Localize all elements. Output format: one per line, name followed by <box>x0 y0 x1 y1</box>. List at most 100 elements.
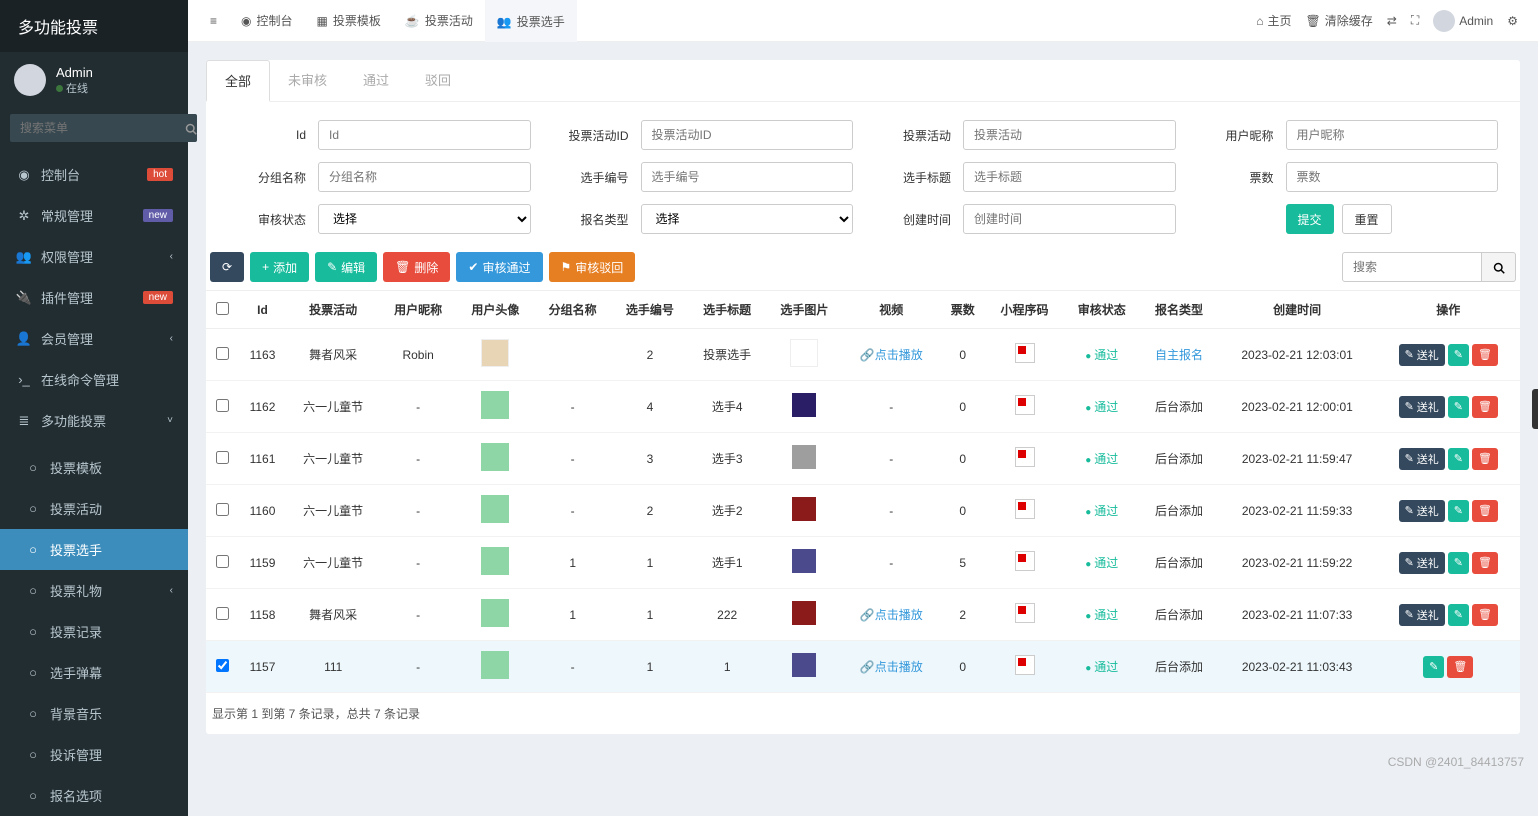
input-nickname[interactable] <box>1286 120 1499 150</box>
sidebar-sub-投票模板[interactable]: ○投票模板 <box>0 447 188 488</box>
gift-button[interactable]: ✎送礼 <box>1399 604 1445 626</box>
select-all-checkbox[interactable] <box>216 302 229 315</box>
gift-button[interactable]: ✎送礼 <box>1399 448 1445 470</box>
row-delete-button[interactable]: 🗑 <box>1472 396 1498 418</box>
side-handle[interactable] <box>1532 389 1538 429</box>
chevron-icon: ‹ <box>170 585 173 596</box>
tab-驳回[interactable]: 驳回 <box>407 60 469 101</box>
topnav-投票活动[interactable]: ☕投票活动 <box>393 0 485 42</box>
tab-通过[interactable]: 通过 <box>345 60 407 101</box>
row-checkbox[interactable] <box>216 659 229 672</box>
search-icon <box>1493 262 1505 274</box>
qrcode-icon[interactable] <box>1015 447 1035 467</box>
topnav-投票模板[interactable]: ▦投票模板 <box>305 0 393 42</box>
sidebar-sub-投票记录[interactable]: ○投票记录 <box>0 611 188 652</box>
input-title[interactable] <box>963 162 1176 192</box>
label-createtime: 创建时间 <box>873 211 963 228</box>
edit-button[interactable]: ✎编辑 <box>315 252 377 282</box>
cell-votes: 0 <box>940 329 986 381</box>
delete-button[interactable]: 🗑删除 <box>383 252 450 282</box>
row-edit-button[interactable]: ✎ <box>1448 448 1469 470</box>
video-link[interactable]: 🔗点击播放 <box>860 608 923 622</box>
row-edit-button[interactable]: ✎ <box>1448 552 1469 574</box>
submit-button[interactable]: 提交 <box>1286 204 1334 234</box>
sidebar-item-权限管理[interactable]: 👥权限管理‹ <box>0 236 188 277</box>
qrcode-icon[interactable] <box>1015 603 1035 623</box>
sidebar-sub-背景音乐[interactable]: ○背景音乐 <box>0 693 188 734</box>
approve-button[interactable]: ✔审核通过 <box>456 252 542 282</box>
input-activity[interactable] <box>963 120 1176 150</box>
row-checkbox[interactable] <box>216 607 229 620</box>
sidebar-sub-投诉管理[interactable]: ○投诉管理 <box>0 734 188 775</box>
input-createtime[interactable] <box>963 204 1176 234</box>
reject-button[interactable]: ⚑审核驳回 <box>549 252 636 282</box>
qrcode-icon[interactable] <box>1015 343 1035 363</box>
sidebar-sub-选手弹幕[interactable]: ○选手弹幕 <box>0 652 188 693</box>
row-delete-button[interactable]: 🗑 <box>1472 344 1498 366</box>
video-link[interactable]: 🔗点击播放 <box>860 348 923 362</box>
sidebar-sub-投票活动[interactable]: ○投票活动 <box>0 488 188 529</box>
qrcode-icon[interactable] <box>1015 499 1035 519</box>
sidebar-item-多功能投票[interactable]: ≣多功能投票˅ <box>0 400 188 441</box>
row-delete-button[interactable]: 🗑 <box>1472 604 1498 626</box>
row-edit-button[interactable]: ✎ <box>1448 604 1469 626</box>
sidebar-sub-投票选手[interactable]: ○投票选手 <box>0 529 188 570</box>
sidebar-item-控制台[interactable]: ◉控制台hot <box>0 154 188 195</box>
select-signup[interactable]: 选择 <box>641 204 854 234</box>
input-votes[interactable] <box>1286 162 1499 192</box>
sidebar-item-常规管理[interactable]: ✲常规管理new <box>0 195 188 236</box>
row-delete-button[interactable]: 🗑 <box>1472 552 1498 574</box>
qrcode-icon[interactable] <box>1015 551 1035 571</box>
row-checkbox[interactable] <box>216 399 229 412</box>
row-delete-button[interactable]: 🗑 <box>1472 448 1498 470</box>
add-button[interactable]: +添加 <box>250 252 309 282</box>
home-link[interactable]: ⌂主页 <box>1256 12 1291 29</box>
topbar-user[interactable]: Admin <box>1433 10 1493 32</box>
row-checkbox[interactable] <box>216 503 229 516</box>
reset-button[interactable]: 重置 <box>1342 204 1392 234</box>
qrcode-icon[interactable] <box>1015 655 1035 675</box>
table-search-input[interactable] <box>1342 252 1482 282</box>
row-edit-button[interactable]: ✎ <box>1423 656 1444 678</box>
menu-toggle[interactable]: ≡ <box>198 0 229 42</box>
row-delete-button[interactable]: 🗑 <box>1447 656 1473 678</box>
tab-未审核[interactable]: 未审核 <box>270 60 345 101</box>
row-delete-button[interactable]: 🗑 <box>1472 500 1498 522</box>
settings-toggle[interactable]: ⚙ <box>1507 14 1518 28</box>
input-activity-id[interactable] <box>641 120 854 150</box>
row-edit-button[interactable]: ✎ <box>1448 344 1469 366</box>
gift-button[interactable]: ✎送礼 <box>1399 552 1445 574</box>
clear-cache-link[interactable]: 🗑清除缓存 <box>1306 12 1373 29</box>
gift-button[interactable]: ✎送礼 <box>1399 500 1445 522</box>
row-edit-button[interactable]: ✎ <box>1448 396 1469 418</box>
sidebar-sub-投票礼物[interactable]: ○投票礼物‹ <box>0 570 188 611</box>
row-edit-button[interactable]: ✎ <box>1448 500 1469 522</box>
tab-全部[interactable]: 全部 <box>206 60 270 102</box>
input-number[interactable] <box>641 162 854 192</box>
gift-button[interactable]: ✎送礼 <box>1399 344 1445 366</box>
sidebar-search-input[interactable] <box>10 114 185 142</box>
sidebar-item-在线命令管理[interactable]: ›_在线命令管理 <box>0 359 188 400</box>
video-link[interactable]: 🔗点击播放 <box>860 660 923 674</box>
row-checkbox[interactable] <box>216 451 229 464</box>
sidebar-item-会员管理[interactable]: 👤会员管理‹ <box>0 318 188 359</box>
sidebar-sub-报名选项[interactable]: ○报名选项 <box>0 775 188 816</box>
gift-button[interactable]: ✎送礼 <box>1399 396 1445 418</box>
table-search-button[interactable] <box>1482 252 1516 282</box>
sidebar-item-插件管理[interactable]: 🔌插件管理new <box>0 277 188 318</box>
cell-num: 4 <box>611 381 688 433</box>
table-row: 1157 111 - - 1 1 🔗点击播放 0 通过 后台添加 2023-02… <box>206 641 1520 693</box>
row-checkbox[interactable] <box>216 555 229 568</box>
lang-toggle[interactable]: ⇄ <box>1387 14 1397 28</box>
refresh-button[interactable]: ⟳ <box>210 252 244 282</box>
row-checkbox[interactable] <box>216 347 229 360</box>
status-badge: 通过 <box>1085 556 1118 570</box>
topnav-投票选手[interactable]: 👥投票选手 <box>485 0 577 42</box>
topnav-控制台[interactable]: ◉控制台 <box>229 0 305 42</box>
qrcode-icon[interactable] <box>1015 395 1035 415</box>
select-audit[interactable]: 选择 <box>318 204 531 234</box>
fullscreen-toggle[interactable]: ⛶ <box>1411 13 1419 28</box>
input-group[interactable] <box>318 162 531 192</box>
col-header[interactable] <box>206 291 238 329</box>
input-id[interactable] <box>318 120 531 150</box>
